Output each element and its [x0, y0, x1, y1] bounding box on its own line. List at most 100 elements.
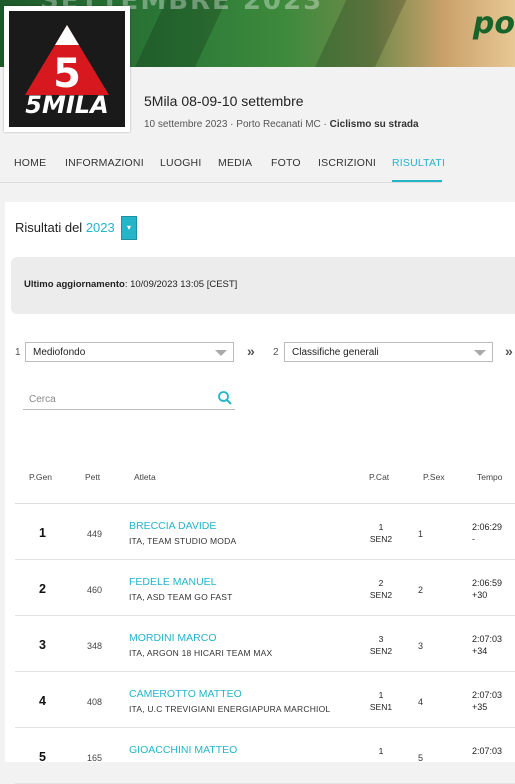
tab-home[interactable]: HOME	[14, 157, 46, 169]
cell-bib: 348	[87, 641, 103, 651]
athlete-name-link[interactable]: CAMEROTTO MATTEO	[129, 688, 242, 700]
cell-bib: 449	[87, 529, 103, 539]
time-value: 2:06:29	[472, 522, 503, 532]
event-date-place: 10 settembre 2023 · Porto Recanati MC ·	[144, 119, 330, 130]
race-select-value: Mediofondo	[33, 347, 86, 358]
time-gap: +35	[472, 702, 488, 712]
chevron-down-icon	[215, 350, 227, 356]
event-title: 5Mila 08-09-10 settembre	[144, 93, 304, 109]
last-update-text: Ultimo aggiornamento: 10/09/2023 13:05 […	[24, 279, 237, 290]
logo-5mila: 5 5MILA	[9, 11, 125, 127]
tab-foto[interactable]: FOTO	[271, 157, 301, 169]
search-placeholder: Cerca	[29, 394, 56, 405]
year-dropdown-button[interactable]: ▾	[121, 216, 137, 240]
table-row[interactable]: 1 449 BRECCIA DAVIDE ITA, TEAM STUDIO MO…	[15, 504, 515, 560]
banner-brand-text: po	[472, 6, 515, 41]
tab-risultati[interactable]: RISULTATI	[392, 157, 445, 169]
time-gap: +30	[472, 590, 488, 600]
cell-sex-position: 3	[418, 641, 424, 651]
cell-sex-position: 5	[418, 753, 424, 763]
double-chevron-right-icon: »	[247, 343, 255, 359]
table-row[interactable]: 4 408 CAMEROTTO MATTEO ITA, U.C TREVIGIA…	[15, 672, 515, 728]
category-name: SEN2	[369, 590, 393, 600]
tab-iscrizioni[interactable]: ISCRIZIONI	[318, 157, 376, 169]
cell-position: 3	[39, 638, 46, 652]
ranking-select-value: Classifiche generali	[292, 347, 379, 358]
category-name: SEN2	[369, 534, 393, 544]
cell-time: 2:07:03	[472, 745, 502, 757]
col-header-pcat[interactable]: P.Cat	[369, 472, 389, 482]
cell-sex-position: 1	[418, 529, 424, 539]
cell-team: ITA, ASD TEAM GO FAST	[129, 592, 233, 602]
category-position: 3	[378, 634, 384, 644]
cell-category: 1	[361, 745, 401, 757]
double-chevron-right-icon: »	[505, 343, 513, 359]
cell-sex-position: 2	[418, 585, 424, 595]
time-value: 2:07:03	[472, 690, 503, 700]
table-row[interactable]: 2 460 FEDELE MANUEL ITA, ASD TEAM GO FAS…	[15, 560, 515, 616]
cell-category: 1 SEN2	[361, 521, 401, 545]
filter-step-2-number: 2	[273, 347, 279, 358]
table-row[interactable]: 3 348 MORDINI MARCO ITA, ARGON 18 HICARI…	[15, 616, 515, 672]
ranking-select[interactable]: Classifiche generali	[284, 342, 493, 362]
table-row[interactable]: 5 165 GIOACCHINI MATTEO 1 5 2:07:03	[15, 728, 515, 784]
results-year: 2023	[85, 220, 115, 235]
main-nav: HOME INFORMAZIONI LUOGHI MEDIA FOTO ISCR…	[0, 148, 515, 184]
cell-bib: 460	[87, 585, 103, 595]
category-position: 1	[378, 690, 384, 700]
event-logo[interactable]: 5 5MILA	[4, 6, 130, 132]
cell-position: 4	[39, 694, 46, 708]
category-name: SEN2	[369, 646, 393, 656]
category-position: 2	[378, 578, 384, 588]
event-subtitle: 10 settembre 2023 · Porto Recanati MC · …	[144, 119, 419, 130]
athlete-name-link[interactable]: BRECCIA DAVIDE	[129, 520, 216, 532]
chevron-down-icon	[474, 350, 486, 356]
cell-sex-position: 4	[418, 697, 424, 707]
col-header-atleta[interactable]: Atleta	[134, 472, 156, 482]
tab-media[interactable]: MEDIA	[218, 157, 252, 169]
last-update-value: : 10/09/2023 13:05 [CEST]	[124, 279, 238, 290]
results-heading-label: Risultati del	[15, 220, 86, 235]
cell-position: 2	[39, 582, 46, 596]
cell-category: 1 SEN1	[361, 689, 401, 713]
tab-informazioni[interactable]: INFORMAZIONI	[65, 157, 144, 169]
cell-category: 2 SEN2	[361, 577, 401, 601]
banner-stripe	[309, 0, 411, 67]
search-field[interactable]: Cerca	[23, 388, 235, 410]
tab-luoghi[interactable]: LUOGHI	[160, 157, 201, 169]
cell-team: ITA, U.C TREVIGIANI ENERGIAPURA MARCHIOL	[129, 704, 331, 714]
cell-position: 5	[39, 750, 46, 764]
cell-team: ITA, TEAM STUDIO MODA	[129, 536, 237, 546]
time-value: 2:07:03	[472, 746, 503, 756]
cell-team: ITA, ARGON 18 HICARI TEAM MAX	[129, 648, 273, 658]
cell-position: 1	[39, 526, 46, 540]
col-header-pett[interactable]: Pett	[85, 472, 100, 482]
category-name: SEN1	[369, 702, 393, 712]
results-heading: Risultati del 2023	[15, 220, 115, 235]
cell-category: 3 SEN2	[361, 633, 401, 657]
svg-text:5MILA: 5MILA	[25, 91, 108, 119]
col-header-psex[interactable]: P.Sex	[423, 472, 445, 482]
time-value: 2:07:03	[472, 634, 503, 644]
event-discipline: Ciclismo su strada	[329, 119, 419, 130]
cell-time: 2:06:29 -	[472, 521, 502, 545]
col-header-tempo[interactable]: Tempo	[477, 472, 503, 482]
cell-bib: 408	[87, 697, 103, 707]
race-select[interactable]: Mediofondo	[25, 342, 234, 362]
nav-divider	[0, 182, 442, 183]
cell-time: 2:07:03 +35	[472, 689, 502, 713]
col-header-pgen[interactable]: P.Gen	[29, 472, 52, 482]
search-icon[interactable]	[217, 390, 233, 411]
time-value: 2:06:59	[472, 578, 503, 588]
athlete-name-link[interactable]: GIOACCHINI MATTEO	[129, 744, 237, 756]
last-update-label: Ultimo aggiornamento	[24, 279, 125, 290]
cell-time: 2:06:59 +30	[472, 577, 502, 601]
category-position: 1	[378, 522, 384, 532]
filter-step-1-number: 1	[15, 347, 21, 358]
time-gap: -	[472, 534, 475, 544]
category-position: 1	[378, 746, 384, 756]
results-card: Risultati del 2023 ▾ Ultimo aggiornament…	[5, 202, 515, 784]
athlete-name-link[interactable]: MORDINI MARCO	[129, 632, 217, 644]
athlete-name-link[interactable]: FEDELE MANUEL	[129, 576, 217, 588]
time-gap: +34	[472, 646, 488, 656]
